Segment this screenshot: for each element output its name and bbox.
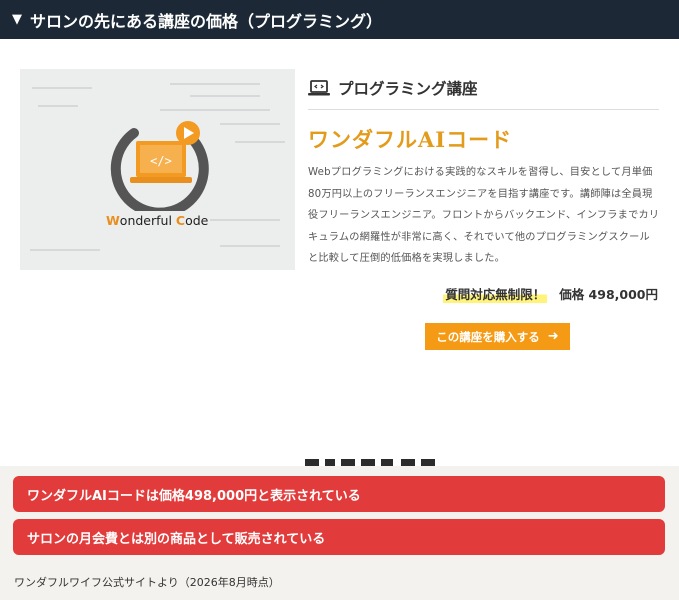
section-title: サロンの先にある講座の価格（プログラミング） (30, 11, 383, 31)
course-category: プログラミング講座 (308, 77, 659, 99)
course-category-label: プログラミング講座 (338, 80, 478, 98)
logo-wordmark: Wonderful Code (106, 213, 209, 228)
buy-course-label: この講座を購入する (436, 329, 540, 344)
course-title: ワンダフルAIコード (308, 127, 513, 152)
wonderful-code-logo-icon: </> (110, 121, 209, 211)
price-row: 質問対応無制限！ 価格 498,000円 (443, 284, 658, 303)
divider (308, 109, 659, 110)
logo-code-symbol: </> (150, 154, 172, 168)
course-description: Webプログラミングにおける実践的なスキルを習得し、目安として月単価80万円以上… (308, 167, 660, 264)
laptop-code-icon (308, 80, 330, 96)
arrow-right-icon: ➜ (547, 329, 559, 344)
buy-course-button[interactable]: この講座を購入する ➜ (425, 323, 570, 350)
highlight-badge: 質問対応無制限！ (443, 284, 548, 303)
course-price: 価格 498,000円 (559, 287, 658, 302)
course-thumbnail: </> Wonderful Code (20, 69, 295, 270)
callout-separate-product: サロンの月会費とは別の商品として販売されている (13, 519, 665, 555)
section-header: ▼ サロンの先にある講座の価格（プログラミング） (0, 0, 679, 39)
triangle-down-icon: ▼ (12, 12, 22, 27)
source-note: ワンダフルワイフ公式サイトより（2026年8月時点） (14, 576, 280, 589)
callout-price: ワンダフルAIコードは価格498,000円と表示されている (13, 476, 665, 512)
